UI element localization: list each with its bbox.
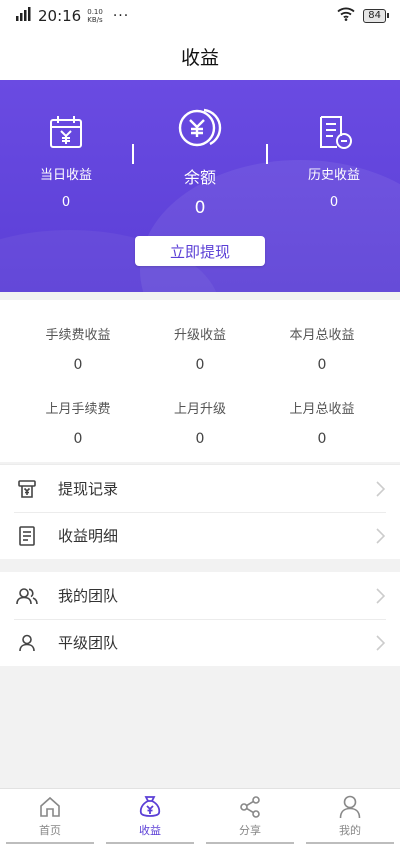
- daily-earnings: 当日收益 0: [25, 110, 107, 210]
- stat-value: 0: [317, 357, 327, 373]
- tab-share[interactable]: 分享: [200, 789, 300, 844]
- chevron-right-icon: [374, 633, 386, 653]
- yen-coins-icon: [150, 102, 250, 154]
- stat-label: 上月手续费: [45, 402, 111, 417]
- balance: 余额 0: [150, 102, 250, 218]
- share-icon: [239, 795, 261, 819]
- history-earnings-label: 历史收益: [307, 168, 360, 183]
- balance-label: 余额: [183, 168, 216, 187]
- money-bag-icon: [139, 795, 161, 819]
- hero-divider: [132, 144, 134, 164]
- stat-month-total: 本月总收益 0: [262, 324, 382, 373]
- nav-bar: 收益: [0, 32, 400, 80]
- tab-label: 我的: [339, 824, 361, 837]
- calendar-yen-icon: [25, 110, 107, 154]
- status-left: 20:16 0.10 KB/s ···: [16, 7, 129, 25]
- daily-earnings-value: 0: [61, 195, 71, 210]
- daily-earnings-label: 当日收益: [39, 168, 92, 183]
- stat-label: 手续费收益: [45, 328, 111, 343]
- my-team-item[interactable]: 我的团队: [0, 572, 400, 619]
- chevron-right-icon: [374, 479, 386, 499]
- history-earnings: 历史收益 0: [293, 110, 375, 210]
- tab-home[interactable]: 首页: [0, 789, 100, 844]
- receipt-yen-icon: [16, 478, 38, 500]
- signal-icon: [16, 7, 32, 25]
- stat-last-month-fee: 上月手续费 0: [18, 398, 138, 447]
- stat-value: 0: [73, 431, 83, 447]
- status-more-dots: ···: [112, 8, 130, 24]
- chevron-right-icon: [374, 586, 386, 606]
- records-menu: 提现记录 收益明细: [0, 464, 400, 559]
- bottom-tab-bar: 首页 收益 分享 我的: [0, 788, 400, 844]
- earnings-detail-item[interactable]: 收益明细: [0, 512, 400, 559]
- peer-team-item[interactable]: 平级团队: [0, 619, 400, 666]
- team-menu: 我的团队 平级团队: [0, 572, 400, 666]
- home-icon: [39, 795, 61, 819]
- user-icon: [339, 795, 361, 819]
- status-bar: 20:16 0.10 KB/s ··· 84: [0, 0, 400, 32]
- tab-mine[interactable]: 我的: [300, 789, 400, 844]
- team-icon: [16, 585, 38, 607]
- tab-earnings[interactable]: 收益: [100, 789, 200, 844]
- status-right: 84: [337, 7, 389, 25]
- stat-value: 0: [73, 357, 83, 373]
- net-speed-unit: KB/s: [87, 16, 103, 24]
- history-document-icon: [293, 110, 375, 154]
- menu-label: 提现记录: [58, 480, 119, 498]
- chevron-right-icon: [374, 526, 386, 546]
- stat-fee-earnings: 手续费收益 0: [18, 324, 138, 373]
- stat-upgrade-earnings: 升级收益 0: [140, 324, 260, 373]
- stat-label: 上月总收益: [289, 402, 355, 417]
- stat-label: 本月总收益: [289, 328, 355, 343]
- stat-value: 0: [195, 431, 205, 447]
- status-time: 20:16: [38, 7, 82, 25]
- wifi-icon: [337, 7, 355, 25]
- net-speed-value: 0.10: [87, 8, 103, 16]
- tab-label: 首页: [39, 824, 61, 837]
- page-title: 收益: [180, 46, 219, 69]
- person-icon: [16, 632, 38, 654]
- tab-label: 分享: [239, 824, 261, 837]
- tab-label: 收益: [139, 824, 161, 837]
- balance-value: 0: [194, 198, 206, 218]
- menu-label: 平级团队: [58, 634, 119, 652]
- document-list-icon: [16, 525, 38, 547]
- history-earnings-value: 0: [329, 195, 339, 210]
- stat-label: 上月升级: [173, 402, 226, 417]
- earnings-hero: 当日收益 0 余额 0 历史收益 0 立即提现: [0, 80, 400, 292]
- net-speed: 0.10 KB/s: [87, 8, 103, 24]
- stat-last-month-total: 上月总收益 0: [262, 398, 382, 447]
- withdraw-records-item[interactable]: 提现记录: [0, 465, 400, 512]
- earnings-stats: 手续费收益 0 升级收益 0 本月总收益 0 上月手续费 0 上月升级 0 上月…: [0, 300, 400, 462]
- battery-indicator: 84: [363, 9, 389, 23]
- stat-value: 0: [195, 357, 205, 373]
- stat-label: 升级收益: [173, 328, 226, 343]
- withdraw-now-button[interactable]: 立即提现: [135, 236, 265, 266]
- hero-divider: [266, 144, 268, 164]
- stat-value: 0: [317, 431, 327, 447]
- menu-label: 我的团队: [58, 587, 119, 605]
- menu-label: 收益明细: [58, 527, 119, 545]
- stat-last-month-upgrade: 上月升级 0: [140, 398, 260, 447]
